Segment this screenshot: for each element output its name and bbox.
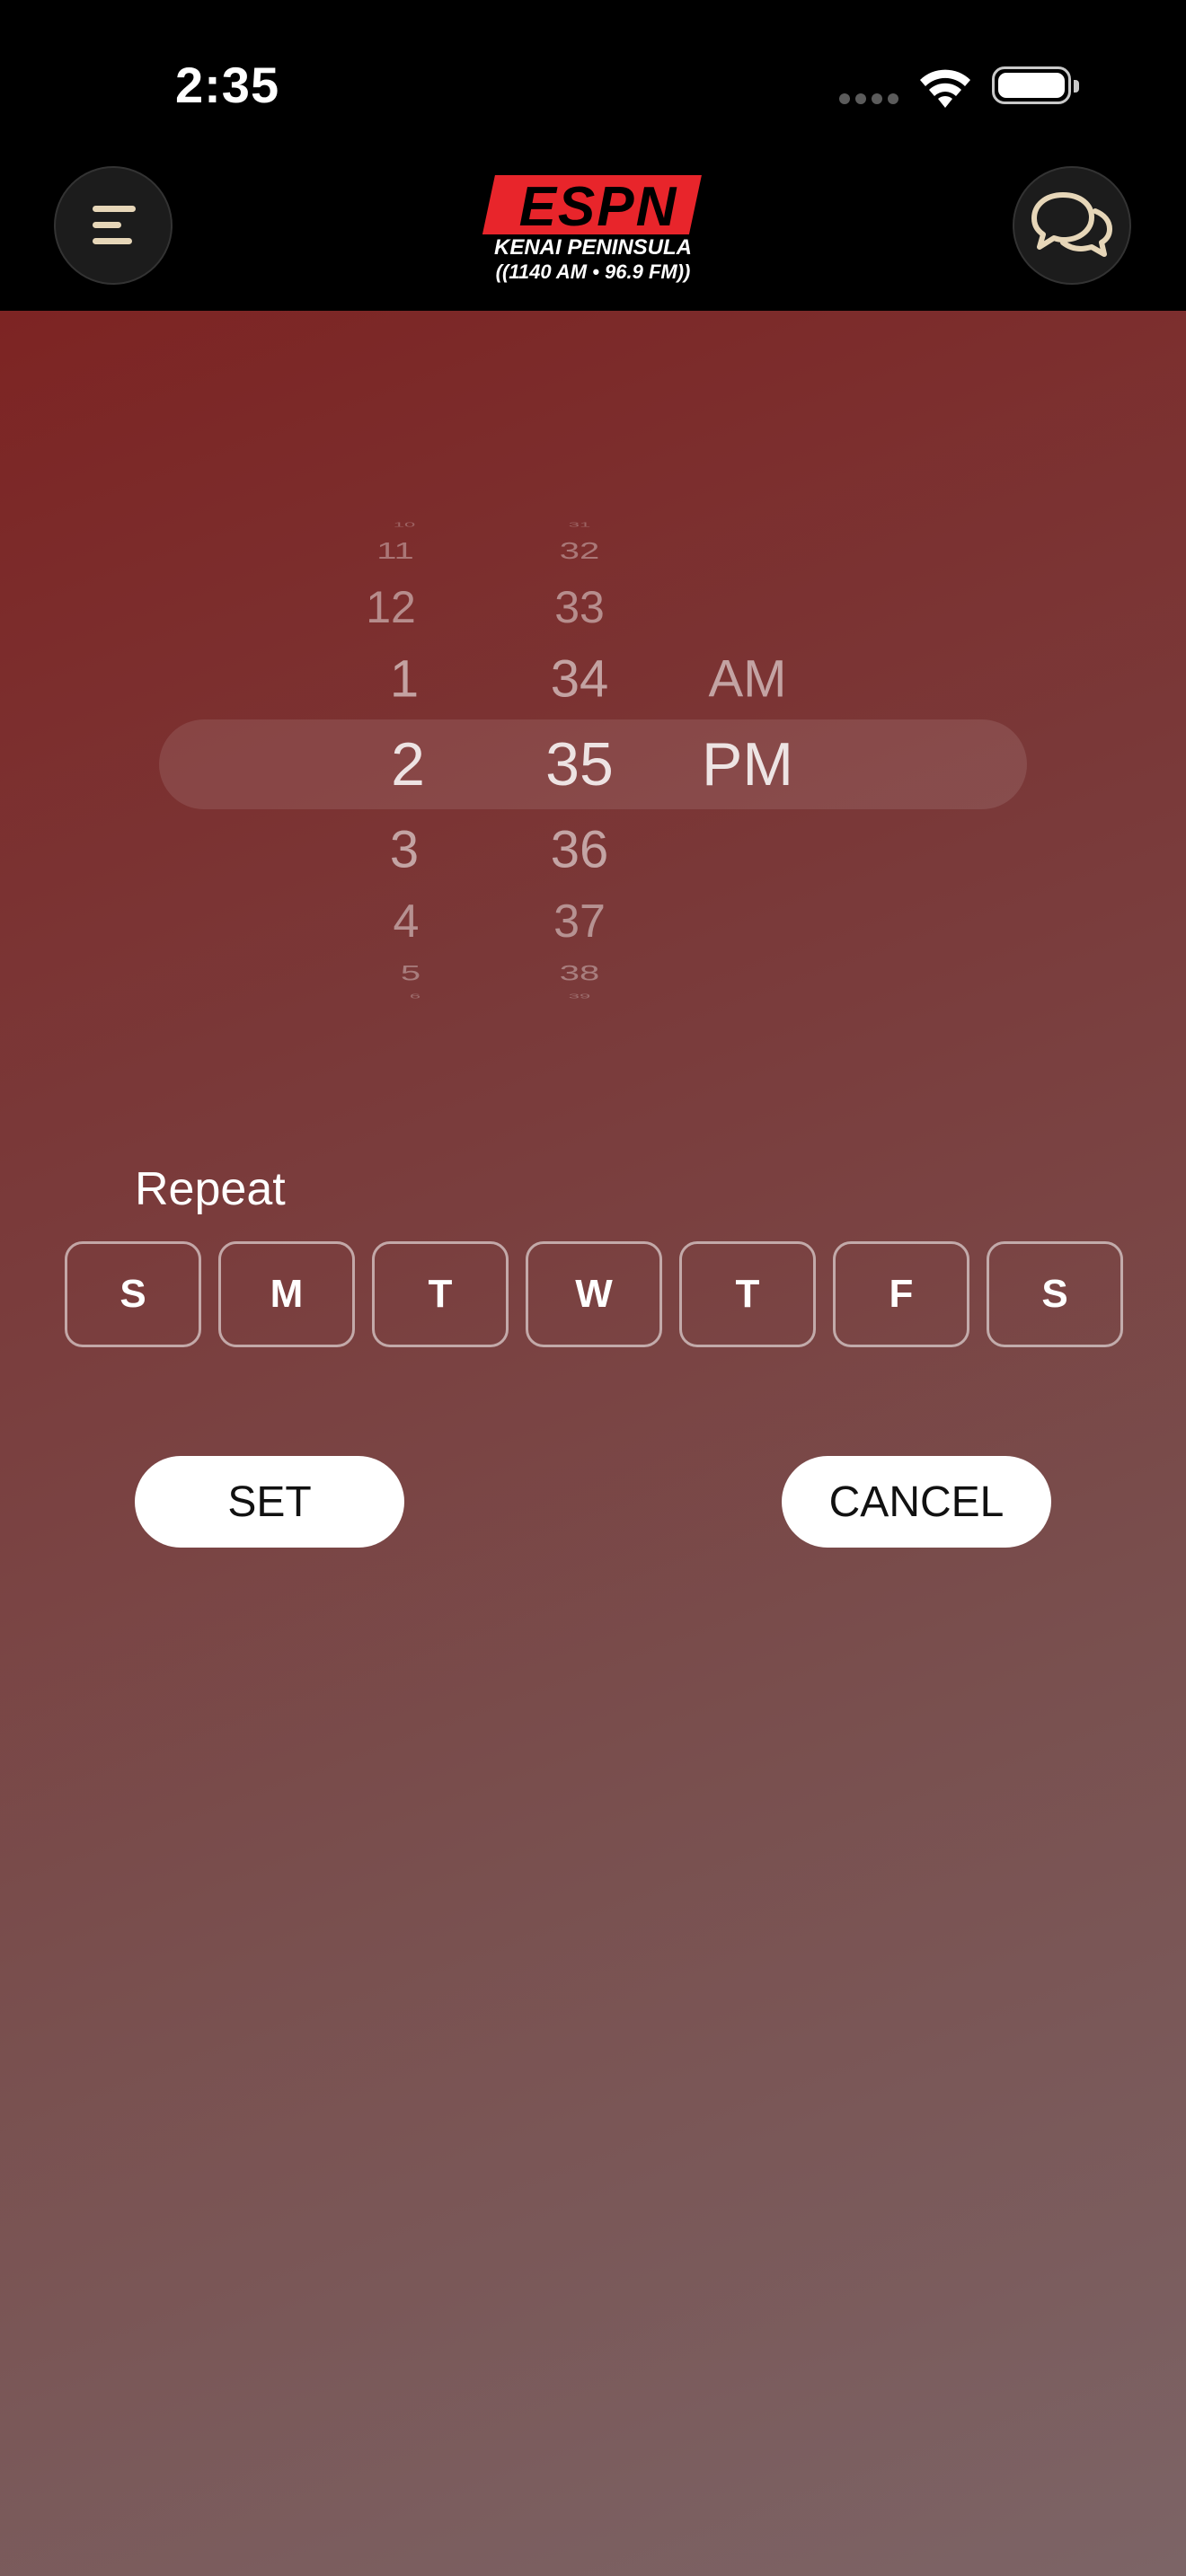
minute-option: 36 bbox=[550, 820, 609, 879]
minute-option: 34 bbox=[550, 649, 609, 709]
cellular-signal-icon bbox=[839, 93, 898, 104]
chat-button[interactable] bbox=[1013, 166, 1131, 285]
day-toggle-friday[interactable]: F bbox=[833, 1241, 969, 1347]
minute-option: 31 bbox=[568, 520, 591, 529]
menu-icon bbox=[93, 206, 136, 244]
svg-text:ESPN: ESPN bbox=[519, 176, 678, 238]
hour-option: 4 bbox=[393, 895, 420, 948]
svg-text:KENAI PENINSULA: KENAI PENINSULA bbox=[494, 235, 692, 260]
hour-option: 5 bbox=[400, 961, 421, 985]
hour-option: 10 bbox=[393, 520, 416, 529]
cancel-button[interactable]: CANCEL bbox=[782, 1456, 1051, 1548]
battery-icon bbox=[992, 66, 1079, 104]
minute-option: 39 bbox=[568, 992, 591, 1001]
app-header: 2:35 ESPN KENAI PENINSULA ((1140 AM • 96… bbox=[0, 0, 1186, 311]
minute-option: 38 bbox=[559, 961, 600, 985]
hour-option: 6 bbox=[409, 992, 421, 1001]
minute-option: 37 bbox=[553, 895, 606, 948]
ampm-option-selected: PM bbox=[702, 730, 793, 798]
day-toggle-tuesday[interactable]: T bbox=[372, 1241, 509, 1347]
hour-option: 12 bbox=[366, 582, 416, 632]
time-picker[interactable]: 10 11 12 1 2 3 4 5 6 31 32 33 34 35 36 3… bbox=[0, 517, 1186, 1002]
hour-option-selected: 2 bbox=[391, 730, 425, 798]
status-bar-time: 2:35 bbox=[175, 57, 280, 113]
minute-option-selected: 35 bbox=[545, 730, 614, 798]
set-button[interactable]: SET bbox=[135, 1456, 404, 1548]
repeat-days: S M T W T F S bbox=[65, 1241, 1123, 1347]
wifi-icon bbox=[916, 66, 974, 114]
repeat-label: Repeat bbox=[135, 1163, 286, 1215]
day-toggle-wednesday[interactable]: W bbox=[526, 1241, 662, 1347]
minute-option: 32 bbox=[559, 538, 600, 564]
chat-bubbles-icon bbox=[1031, 192, 1112, 257]
hour-option: 3 bbox=[389, 820, 420, 879]
hour-option: 1 bbox=[389, 649, 420, 709]
svg-text:((1140 AM • 96.9 FM)): ((1140 AM • 96.9 FM)) bbox=[496, 260, 691, 283]
alarm-settings-panel: 10 11 12 1 2 3 4 5 6 31 32 33 34 35 36 3… bbox=[0, 311, 1186, 2576]
menu-button[interactable] bbox=[54, 166, 173, 285]
minute-option: 33 bbox=[554, 582, 605, 632]
day-toggle-saturday[interactable]: S bbox=[987, 1241, 1123, 1347]
ampm-option: AM bbox=[708, 649, 787, 709]
day-toggle-sunday[interactable]: S bbox=[65, 1241, 201, 1347]
day-toggle-monday[interactable]: M bbox=[218, 1241, 355, 1347]
day-toggle-thursday[interactable]: T bbox=[679, 1241, 816, 1347]
hour-option: 11 bbox=[376, 538, 414, 564]
espn-logo: ESPN KENAI PENINSULA ((1140 AM • 96.9 FM… bbox=[476, 171, 710, 283]
